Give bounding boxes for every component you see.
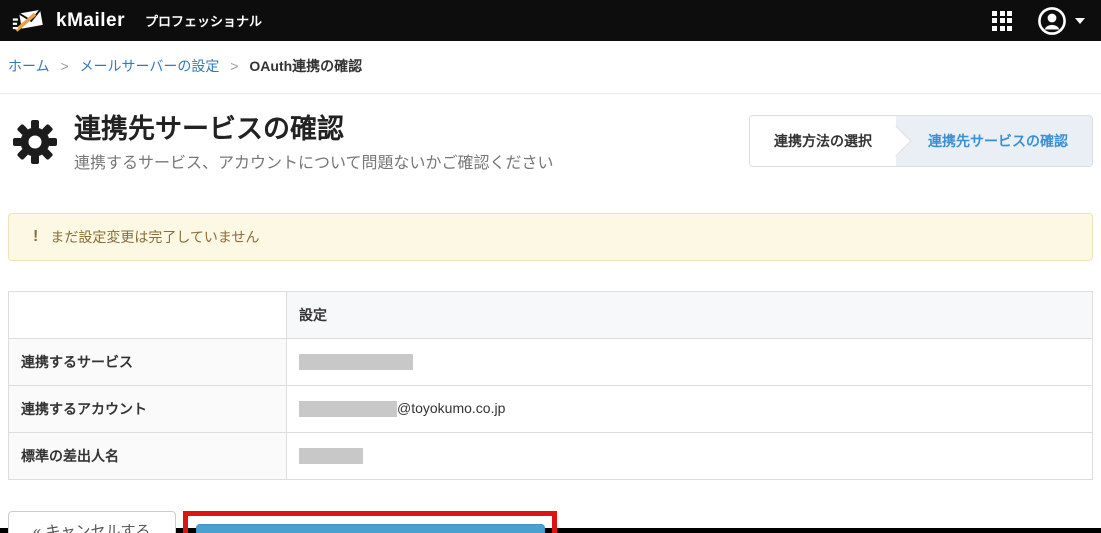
row-label-service: 連携するサービス: [9, 338, 287, 385]
step-service-confirm[interactable]: 連携先サービスの確認: [896, 116, 1092, 166]
plan-label: プロフェッショナル: [145, 11, 262, 30]
table-row: 連携するサービス: [9, 338, 1093, 385]
table-corner-cell: [9, 291, 287, 338]
redacted-value: [299, 354, 413, 370]
account-menu-caret-icon[interactable]: [1075, 18, 1085, 24]
wizard-steps: 連携方法の選択 連携先サービスの確認: [749, 115, 1093, 167]
table-row: 連携するアカウント @toyokumo.co.jp: [9, 385, 1093, 432]
breadcrumb: ホーム > メールサーバーの設定 > OAuth連携の確認: [0, 41, 1101, 94]
brand-name: kMailer: [56, 10, 125, 32]
annotation-highlight: ✔テストメールを送信して、変更を保存する: [183, 511, 557, 533]
kmailer-logo-icon: [12, 4, 46, 38]
exclamation-icon: !: [33, 228, 38, 246]
row-label-account: 連携するアカウント: [9, 385, 287, 432]
warning-message: まだ設定変更は完了していません: [50, 227, 259, 247]
user-avatar-icon[interactable]: [1038, 7, 1066, 35]
table-row: 標準の差出人名: [9, 432, 1093, 479]
page: kMailer プロフェッショナル ホーム > メールサーバーの設定 > OAu…: [0, 0, 1101, 533]
app-header: kMailer プロフェッショナル: [0, 0, 1101, 41]
apps-grid-icon[interactable]: [992, 11, 1012, 31]
settings-table: 設定 連携するサービス 連携するアカウント @toyokumo.co.jp 標準…: [8, 291, 1093, 480]
redacted-value: [299, 448, 363, 464]
back-chevrons-icon: «: [33, 523, 41, 533]
row-value-service: [287, 338, 1093, 385]
breadcrumb-current: OAuth連携の確認: [249, 58, 362, 74]
page-subtitle: 連携するサービス、アカウントについて問題ないかご確認ください: [74, 149, 554, 173]
table-header-row: 設定: [9, 291, 1093, 338]
row-value-sender-name: [287, 432, 1093, 479]
cancel-button[interactable]: « キャンセルする: [8, 511, 176, 533]
breadcrumb-mailserver-link[interactable]: メールサーバーの設定: [80, 58, 220, 74]
breadcrumb-separator: >: [60, 58, 68, 74]
footer-actions: « キャンセルする ✔テストメールを送信して、変更を保存する: [8, 511, 1093, 533]
cancel-label: キャンセルする: [46, 523, 151, 533]
redacted-value: [299, 401, 397, 417]
send-test-save-button[interactable]: ✔テストメールを送信して、変更を保存する: [196, 524, 545, 533]
step-label: 連携方法の選択: [774, 131, 872, 151]
warning-alert: ! まだ設定変更は完了していません: [8, 213, 1093, 261]
account-domain: @toyokumo.co.jp: [397, 400, 505, 416]
step-label: 連携先サービスの確認: [928, 131, 1068, 151]
row-label-sender-name: 標準の差出人名: [9, 432, 287, 479]
page-title: 連携先サービスの確認: [74, 115, 554, 145]
settings-column-header: 設定: [287, 291, 1093, 338]
breadcrumb-separator: >: [230, 58, 238, 74]
step-method-select[interactable]: 連携方法の選択: [750, 116, 896, 166]
breadcrumb-home-link[interactable]: ホーム: [8, 58, 50, 74]
row-value-account: @toyokumo.co.jp: [287, 385, 1093, 432]
gear-icon: [10, 117, 60, 167]
title-row: 連携先サービスの確認 連携するサービス、アカウントについて問題ないかご確認くださ…: [8, 115, 1093, 173]
